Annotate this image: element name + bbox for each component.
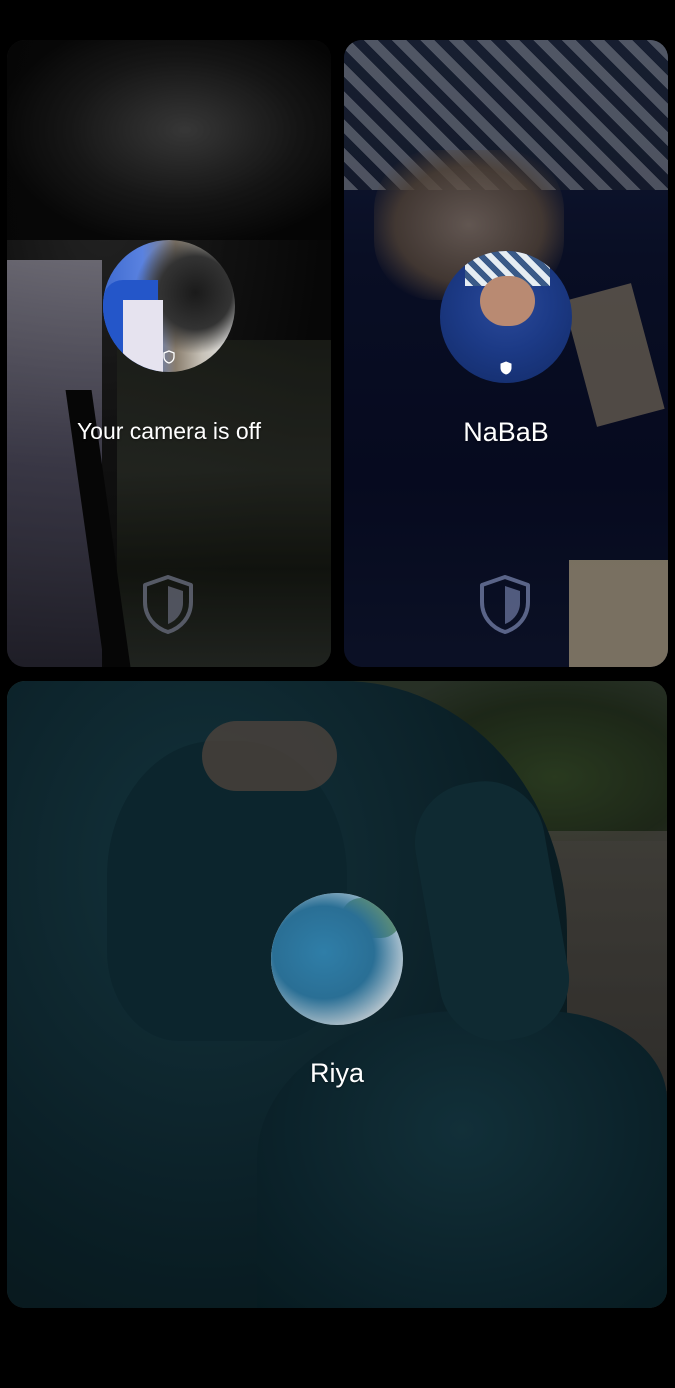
avatar-detail bbox=[480, 276, 535, 326]
avatar-detail bbox=[271, 893, 403, 1025]
video-call-screen: Your camera is off NaBaB Riya bbox=[0, 0, 675, 1388]
shield-icon bbox=[163, 350, 175, 364]
shield-icon bbox=[480, 575, 530, 634]
participant-label-nabab: NaBaB bbox=[463, 417, 549, 447]
participant-label-self: Your camera is off bbox=[76, 418, 262, 444]
shield-icon bbox=[143, 575, 193, 634]
avatar-self bbox=[103, 240, 235, 372]
shield-icon bbox=[500, 361, 512, 375]
participant-label-riya: Riya bbox=[309, 1058, 364, 1088]
avatar-nabab bbox=[440, 251, 572, 383]
avatar-riya bbox=[271, 893, 403, 1025]
avatar-detail bbox=[123, 300, 163, 372]
